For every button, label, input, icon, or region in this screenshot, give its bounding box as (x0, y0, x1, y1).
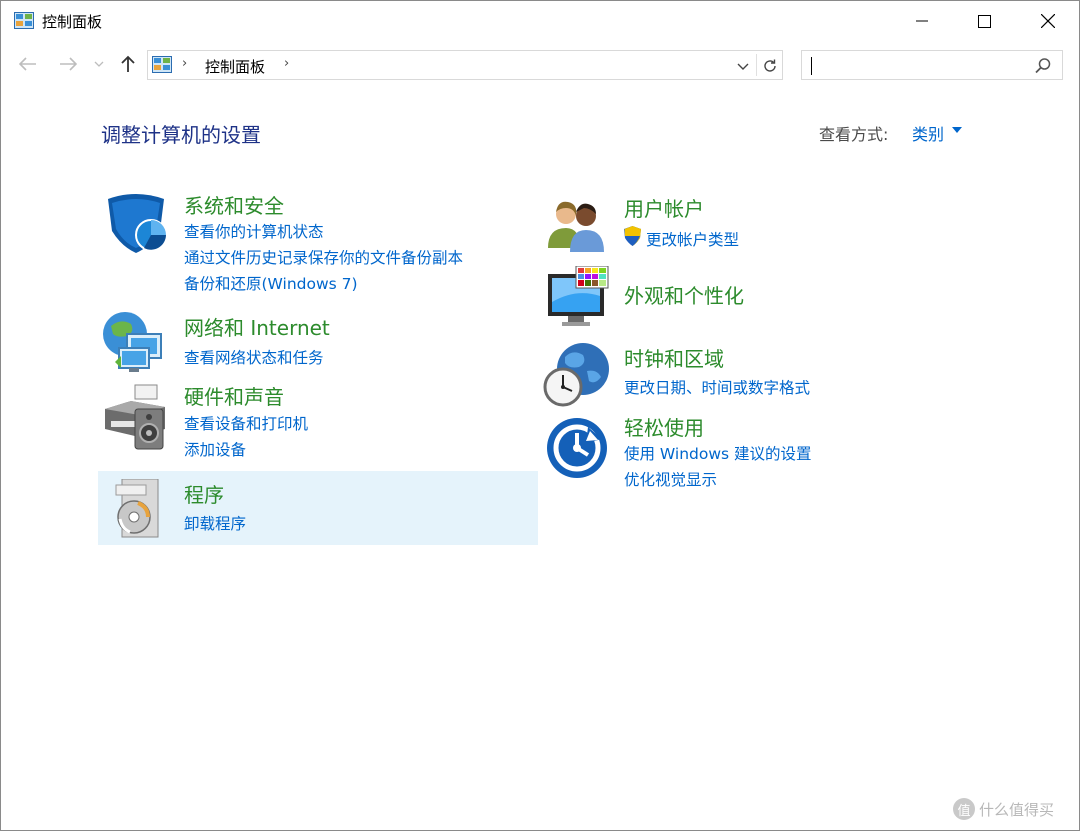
chevron-down-icon (737, 63, 749, 70)
refresh-icon (764, 59, 776, 72)
control-panel-icon (152, 56, 172, 73)
link-view-computer-status[interactable]: 查看你的计算机状态 (184, 220, 324, 242)
link-optimize-visual-display[interactable]: 优化视觉显示 (624, 468, 717, 490)
link-uninstall-program[interactable]: 卸载程序 (184, 512, 246, 534)
title-bar: 控制面板 (1, 1, 1079, 41)
network-globe-icon[interactable] (101, 308, 169, 374)
link-devices-printers[interactable]: 查看设备和打印机 (184, 412, 308, 434)
back-arrow-icon (19, 57, 36, 71)
breadcrumb-separator[interactable]: › (182, 56, 187, 71)
forward-button[interactable] (55, 51, 81, 77)
forward-arrow-icon (60, 57, 77, 71)
text-cursor (811, 57, 812, 75)
recent-locations-button[interactable] (89, 51, 109, 77)
monitor-color-palette-icon[interactable] (546, 266, 610, 330)
window-title: 控制面板 (42, 13, 103, 31)
chevron-down-icon (94, 61, 104, 67)
view-by-dropdown[interactable]: 类别 (912, 121, 944, 145)
category-title-user-accounts[interactable]: 用户帐户 (624, 193, 704, 222)
watermark-badge: 值 (953, 798, 975, 820)
link-network-status[interactable]: 查看网络状态和任务 (184, 346, 324, 368)
up-arrow-icon (121, 55, 135, 72)
up-button[interactable] (115, 51, 141, 77)
navigation-bar: › 控制面板 › (1, 45, 1079, 85)
page-title: 调整计算机的设置 (101, 123, 261, 147)
link-file-history-backup[interactable]: 通过文件历史记录保存你的文件备份副本 (184, 246, 463, 268)
address-bar[interactable]: › 控制面板 › (147, 50, 783, 80)
category-title-hardware[interactable]: 硬件和声音 (184, 381, 284, 410)
address-dropdown-button[interactable] (732, 55, 754, 77)
programs-icon (115, 479, 159, 538)
search-icon[interactable] (1034, 57, 1052, 75)
address-divider (756, 54, 757, 76)
view-by-label: 查看方式: (819, 125, 889, 144)
link-change-account-type[interactable]: 更改帐户类型 (646, 228, 739, 250)
category-title-appearance[interactable]: 外观和个性化 (624, 280, 744, 309)
users-icon[interactable] (546, 196, 608, 252)
ease-of-access-icon[interactable] (546, 417, 608, 479)
caret-down-icon[interactable] (952, 127, 962, 133)
breadcrumb-separator[interactable]: › (284, 56, 289, 71)
search-input[interactable] (801, 50, 1063, 80)
shield-icon[interactable] (104, 191, 168, 255)
control-panel-icon (14, 12, 34, 29)
link-backup-restore[interactable]: 备份和还原(Windows 7) (184, 272, 358, 294)
close-icon (1041, 14, 1055, 28)
control-panel-window: 控制面板 › 控制面板 › 调整计算机的设置 查看方式: 类别 系统和安全 查看… (0, 0, 1080, 831)
printer-speaker-icon[interactable] (101, 381, 169, 453)
category-programs[interactable]: 程序 卸载程序 (98, 471, 538, 545)
close-button[interactable] (1017, 1, 1079, 41)
refresh-button[interactable] (758, 54, 782, 78)
link-change-date-time-format[interactable]: 更改日期、时间或数字格式 (624, 376, 810, 398)
breadcrumb-control-panel[interactable]: 控制面板 (205, 56, 265, 77)
back-button[interactable] (15, 51, 41, 77)
maximize-icon (977, 14, 991, 28)
maximize-button[interactable] (953, 1, 1015, 41)
minimize-button[interactable] (891, 1, 953, 41)
clock-globe-icon[interactable] (543, 341, 611, 409)
watermark-text: 什么值得买 (979, 800, 1055, 819)
category-title-ease-of-access[interactable]: 轻松使用 (624, 412, 704, 441)
link-recommended-settings[interactable]: 使用 Windows 建议的设置 (624, 442, 812, 464)
minimize-icon (916, 20, 928, 22)
category-title-system-security[interactable]: 系统和安全 (184, 190, 284, 219)
uac-shield-icon (624, 226, 641, 246)
watermark: 值 什么值得买 (953, 798, 1054, 820)
link-add-device[interactable]: 添加设备 (184, 438, 246, 460)
category-title-clock-region[interactable]: 时钟和区域 (624, 343, 724, 372)
category-title-programs[interactable]: 程序 (184, 479, 224, 508)
category-title-network[interactable]: 网络和 Internet (184, 312, 330, 341)
